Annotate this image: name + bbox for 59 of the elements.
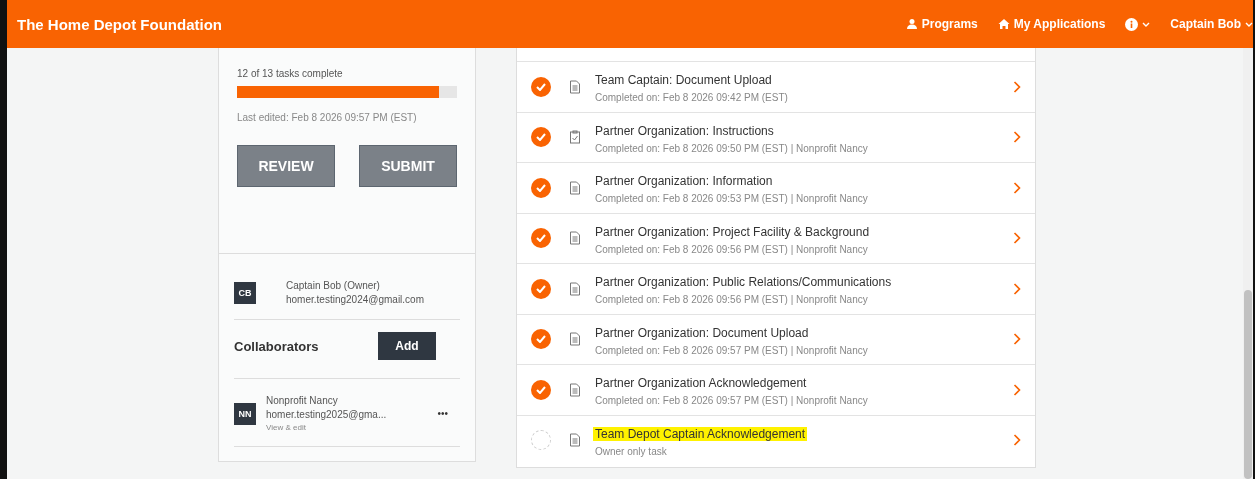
task-progress-text: 12 of 13 tasks complete — [237, 68, 344, 79]
task-title: Partner Organization: Document Upload — [594, 325, 810, 340]
collaborator-name: Nonprofit Nancy — [266, 395, 339, 406]
chevron-right-icon[interactable] — [1013, 181, 1021, 194]
task-title: Partner Organization Acknowledgement — [594, 376, 808, 391]
task-detail: Owner only task — [595, 445, 668, 457]
info-icon — [1125, 17, 1139, 31]
document-icon — [569, 231, 581, 246]
task-row[interactable]: Partner Organization Acknowledgement Completed on: Feb 8 2026 09:57 PM (EST) | Nonprofit Nancy — [517, 364, 1035, 415]
clipboard-check-icon — [569, 130, 581, 145]
task-detail: Completed on: Feb 8 2026 09:42 PM (EST) — [595, 92, 789, 104]
chevron-right-icon[interactable] — [1013, 131, 1021, 144]
chevron-right-icon[interactable] — [1013, 282, 1021, 295]
home-icon — [997, 18, 1010, 30]
task-title: Partner Organization: Project Facility & Background — [594, 224, 871, 239]
owner-avatar: CB — [234, 281, 256, 304]
task-title: Team Depot Captain Acknowledgement — [593, 426, 808, 441]
task-detail: Completed on: Feb 8 2026 09:56 PM (EST) | Nonprofit Nancy — [595, 243, 869, 255]
chevron-right-icon[interactable] — [1013, 383, 1021, 396]
task-detail: Completed on: Feb 8 2026 09:53 PM (EST) | Nonprofit Nancy — [595, 193, 869, 205]
scrollbar-thumb[interactable] — [1244, 290, 1252, 479]
task-detail: Completed on: Feb 8 2026 09:57 PM (EST) | Nonprofit Nancy — [595, 344, 869, 356]
chevron-right-icon[interactable] — [1013, 333, 1021, 346]
task-row[interactable]: Team Captain: Document Upload Completed on: Feb 8 2026 09:42 PM (EST) — [517, 61, 1035, 112]
document-icon — [569, 281, 581, 296]
task-row[interactable]: Partner Organization: Information Completed on: Feb 8 2026 09:53 PM (EST) | Nonprofit Nancy — [517, 162, 1035, 213]
task-row[interactable]: Partner Organization: Instructions Completed on: Feb 8 2026 09:50 PM (EST) | Nonprofit Nancy — [517, 111, 1035, 162]
task-row[interactable]: Partner Organization: Public Relations/Communications Completed on: Feb 8 2026 09:56 PM (EST) | Nonprofit Nancy — [517, 263, 1035, 314]
task-title: Partner Organization: Instructions — [594, 123, 775, 138]
document-icon — [569, 79, 581, 94]
chevron-right-icon[interactable] — [1013, 434, 1021, 447]
info-menu[interactable] — [1125, 17, 1151, 31]
owner-email: homer.testing2024@gmail.com — [286, 294, 424, 305]
owner-name: Captain Bob (Owner) — [286, 280, 381, 291]
task-row[interactable]: Team Depot Captain Acknowledgement Owner only task — [517, 414, 1035, 465]
task-row[interactable]: Partner Organization: Project Facility & Background Completed on: Feb 8 2026 09:56 PM (EST) | Nonprofit Nancy — [517, 212, 1035, 263]
task-title: Partner Organization: Public Relations/Communications — [594, 275, 893, 290]
add-button[interactable]: Add — [378, 332, 436, 360]
document-icon — [569, 433, 581, 448]
document-icon — [569, 332, 581, 347]
task-row[interactable]: Partner Organization: Document Upload Completed on: Feb 8 2026 09:57 PM (EST) | Nonprofit Nancy — [517, 313, 1035, 364]
task-detail: Completed on: Feb 8 2026 09:57 PM (EST) | Nonprofit Nancy — [595, 395, 869, 407]
collaborator-email: homer.testing2025@gma... — [266, 409, 387, 420]
document-icon — [569, 382, 581, 397]
collaborator-avatar: NN — [234, 402, 256, 425]
chevron-right-icon[interactable] — [1013, 232, 1021, 245]
task-title: Partner Organization: Information — [594, 174, 774, 189]
brand-title: The Home Depot Foundation — [17, 15, 223, 33]
collaborators-title: Collaborators — [234, 338, 320, 354]
task-title: Team Captain: Document Upload — [594, 73, 773, 88]
caret-icon — [1142, 21, 1151, 27]
document-icon — [569, 180, 581, 195]
last-edited-text: Last edited: Feb 8 2026 09:57 PM (EST) — [237, 112, 418, 123]
chevron-right-icon[interactable] — [1013, 80, 1021, 93]
task-detail: Completed on: Feb 8 2026 09:56 PM (EST) | Nonprofit Nancy — [595, 294, 869, 306]
people-icon — [905, 18, 918, 30]
task-detail: Completed on: Feb 8 2026 09:50 PM (EST) | Nonprofit Nancy — [595, 142, 869, 154]
collaborator-role: View & edit — [266, 423, 307, 432]
more-button[interactable]: ••• — [437, 408, 448, 419]
